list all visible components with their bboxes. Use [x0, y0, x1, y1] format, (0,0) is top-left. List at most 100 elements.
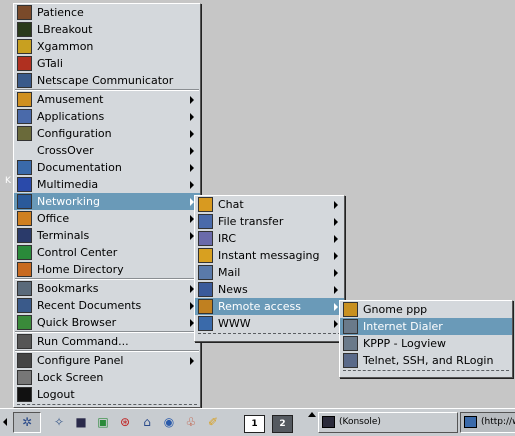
menu-item-internet-dialer[interactable]: Internet Dialer	[340, 318, 512, 335]
run-section: Run Command...	[14, 333, 200, 350]
menu-item-chat[interactable]: Chat	[195, 196, 344, 213]
cards-icon	[17, 5, 32, 20]
document-icon	[17, 298, 32, 313]
terminal-icon	[17, 228, 32, 243]
tear-off-handle[interactable]	[198, 333, 341, 340]
menu-item-amusement[interactable]: Amusement	[14, 91, 200, 108]
networking-items: Chat File transfer IRC Instant messaging Mai…	[195, 196, 344, 332]
control-center-icon[interactable]: ▣	[96, 415, 110, 429]
submenu-arrow-icon	[334, 286, 338, 294]
menu-item-lbreakout[interactable]: LBreakout	[14, 21, 200, 38]
submenu-arrow-icon	[190, 96, 194, 104]
home-icon[interactable]: ⌂	[140, 415, 154, 429]
menu-item-configure-panel[interactable]: Configure Panel	[14, 352, 200, 369]
menu-item-label: Terminals	[37, 229, 90, 242]
tear-off-handle[interactable]	[343, 370, 509, 377]
menu-item-label: IRC	[218, 232, 237, 245]
menu-item-gtali[interactable]: GTali	[14, 55, 200, 72]
menu-item-bookmarks[interactable]: Bookmarks	[14, 280, 200, 297]
desktop-2-button[interactable]: 2	[272, 415, 293, 433]
bookmark-icon	[17, 281, 32, 296]
menu-item-file-transfer[interactable]: File transfer	[195, 213, 344, 230]
menu-item-home-directory[interactable]: Home Directory	[14, 261, 200, 278]
menu-item-documentation[interactable]: Documentation	[14, 159, 200, 176]
menu-item-multimedia[interactable]: Multimedia	[14, 176, 200, 193]
menu-item-xgammon[interactable]: Xgammon	[14, 38, 200, 55]
menu-item-kppp-logview[interactable]: KPPP - Logview	[340, 335, 512, 352]
menu-item-label: News	[218, 283, 248, 296]
menu-item-www[interactable]: WWW	[195, 315, 344, 332]
browser-icon[interactable]: ◉	[162, 415, 176, 429]
submenu-arrow-icon	[334, 269, 338, 277]
submenu-arrow-icon	[334, 252, 338, 260]
network-icon	[17, 194, 32, 209]
task-button[interactable]: (Konsole)	[318, 412, 458, 433]
menu-item-news[interactable]: News	[195, 281, 344, 298]
task-button[interactable]: (http://w	[460, 412, 515, 433]
menu-item-recent-documents[interactable]: Recent Documents	[14, 297, 200, 314]
menu-item-label: Configuration	[37, 127, 112, 140]
submenu-arrow-icon	[334, 235, 338, 243]
taskbar-scroll-up-arrow[interactable]	[308, 412, 316, 417]
submenu-arrow-icon	[190, 181, 194, 189]
terminal-icon[interactable]: ■	[74, 415, 88, 429]
web-icon[interactable]: ♧	[184, 415, 198, 429]
menu-item-office[interactable]: Office	[14, 210, 200, 227]
submenu-arrow-icon	[190, 357, 194, 365]
menu-item-irc[interactable]: IRC	[195, 230, 344, 247]
submenu-arrow-icon	[190, 164, 194, 172]
tools-icon[interactable]: ✧	[52, 415, 66, 429]
panel-hide-left-arrow[interactable]	[3, 418, 7, 426]
menu-item-label: Internet Dialer	[363, 320, 443, 333]
mail-icon	[198, 265, 213, 280]
submenu-arrow-icon	[190, 147, 194, 155]
help-icon[interactable]: ⊛	[118, 415, 132, 429]
news-icon	[198, 282, 213, 297]
menu-item-patience[interactable]: Patience	[14, 4, 200, 21]
remote-access-submenu: Gnome ppp Internet Dialer KPPP - Logview Te…	[339, 300, 513, 378]
help-icon	[17, 160, 32, 175]
extras-section: Bookmarks Recent Documents Quick Browser	[14, 280, 200, 331]
game-icon	[17, 92, 32, 107]
menu-item-label: Gnome ppp	[363, 303, 428, 316]
editor-icon[interactable]: ✐	[206, 415, 220, 429]
netscape-icon	[17, 73, 32, 88]
menu-item-mail[interactable]: Mail	[195, 264, 344, 281]
menu-item-run-command[interactable]: Run Command...	[14, 333, 200, 350]
menu-item-quick-browser[interactable]: Quick Browser	[14, 314, 200, 331]
menu-item-terminals[interactable]: Terminals	[14, 227, 200, 244]
submenu-arrow-icon	[334, 303, 338, 311]
browser-window-icon	[464, 416, 477, 428]
desktop-1-button[interactable]: 1	[244, 415, 265, 433]
menu-item-telnet-ssh-and-rlogin[interactable]: Telnet, SSH, and RLogin	[340, 352, 512, 369]
applications-icon	[17, 109, 32, 124]
menu-item-label: Instant messaging	[218, 249, 320, 262]
menu-item-label: Chat	[218, 198, 244, 211]
task-label: (Konsole)	[339, 417, 381, 427]
submenu-arrow-icon	[334, 201, 338, 209]
menu-item-crossover[interactable]: CrossOver	[14, 142, 200, 159]
kde-menu-icon[interactable]: ✲	[20, 415, 34, 429]
menu-item-lock-screen[interactable]: Lock Screen	[14, 369, 200, 386]
menu-item-control-center[interactable]: Control Center	[14, 244, 200, 261]
office-icon	[17, 211, 32, 226]
menu-item-label: Quick Browser	[37, 316, 117, 329]
menu-item-label: Remote access	[218, 300, 302, 313]
menu-item-networking[interactable]: Networking	[14, 193, 200, 210]
menu-item-label: Configure Panel	[37, 354, 124, 367]
ppp-icon	[343, 302, 358, 317]
menu-item-remote-access[interactable]: Remote access	[195, 298, 344, 315]
menu-item-instant-messaging[interactable]: Instant messaging	[195, 247, 344, 264]
menu-item-configuration[interactable]: Configuration	[14, 125, 200, 142]
lock-icon	[17, 370, 32, 385]
dice-icon	[17, 39, 32, 54]
home-icon	[17, 262, 32, 277]
menu-item-gnome-ppp[interactable]: Gnome ppp	[340, 301, 512, 318]
recent-apps-section: Patience LBreakout Xgammon GTali Netscape Co…	[14, 4, 200, 89]
menu-item-label: Xgammon	[37, 40, 94, 53]
menu-item-applications[interactable]: Applications	[14, 108, 200, 125]
menu-item-label: Control Center	[37, 246, 118, 259]
task-label: (http://w	[481, 417, 515, 427]
menu-item-logout[interactable]: Logout	[14, 386, 200, 403]
menu-item-netscape-communicator[interactable]: Netscape Communicator	[14, 72, 200, 89]
